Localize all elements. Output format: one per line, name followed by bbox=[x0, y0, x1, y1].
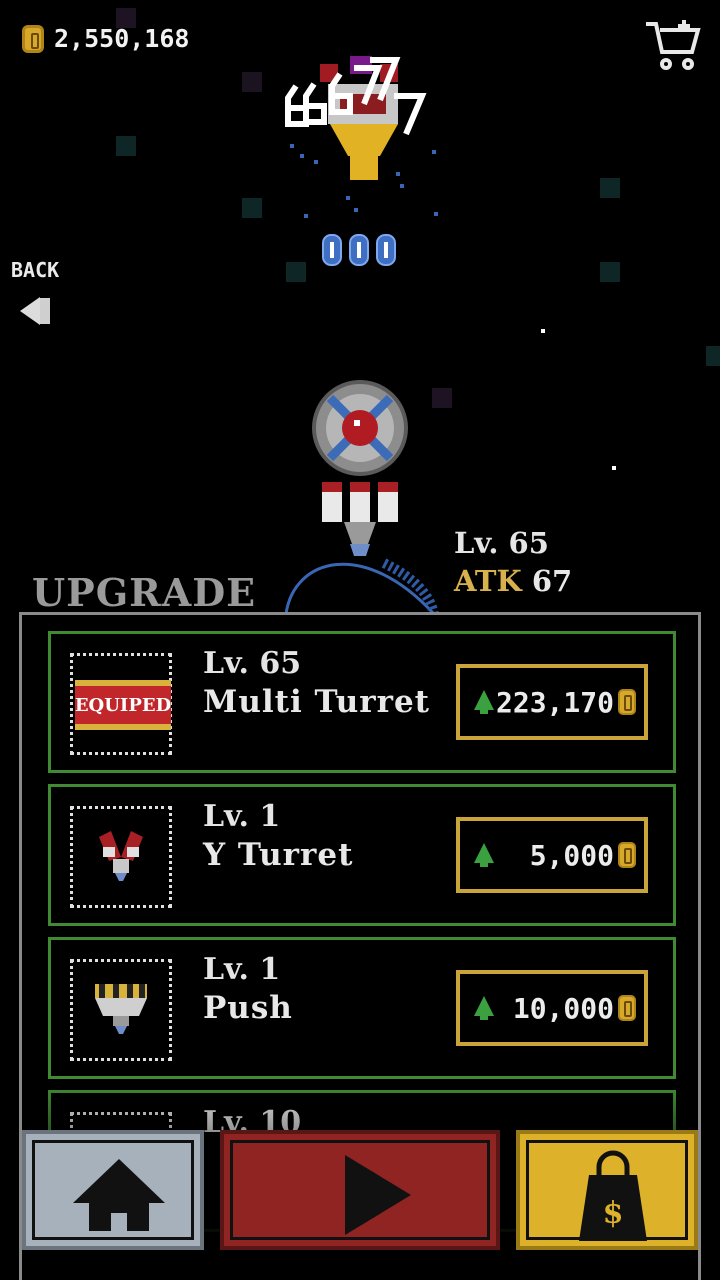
coin-icon bbox=[618, 842, 636, 868]
upgrade-price: 5,000 bbox=[529, 838, 614, 872]
upgrade-arrow-icon bbox=[474, 996, 494, 1020]
bullets bbox=[322, 234, 396, 266]
item-name: Push bbox=[203, 990, 293, 1026]
upgrade-title: UPGRADE bbox=[32, 570, 257, 615]
cart-icon[interactable] bbox=[644, 16, 702, 72]
star bbox=[612, 466, 616, 470]
home-button[interactable] bbox=[22, 1130, 204, 1250]
shopping-bag-icon: $ bbox=[579, 1150, 647, 1241]
space-debris bbox=[116, 136, 136, 156]
atk-value: 67 bbox=[531, 564, 573, 598]
star bbox=[541, 329, 545, 333]
play-button-frame bbox=[230, 1140, 490, 1240]
space-debris bbox=[242, 72, 262, 92]
item-level: Lv. 1 bbox=[203, 799, 281, 834]
y-turret-icon bbox=[99, 831, 143, 881]
shop-button-frame: $ bbox=[526, 1140, 688, 1241]
atk-label: ATK bbox=[454, 564, 522, 598]
upgrade-price: 223,170 bbox=[495, 685, 614, 719]
item-thumbnail bbox=[70, 959, 172, 1061]
coin-icon bbox=[618, 995, 636, 1021]
coin-counter: 2,550,168 bbox=[22, 24, 189, 53]
space-debris bbox=[242, 198, 262, 218]
back-arrow-icon[interactable] bbox=[18, 294, 54, 328]
coin-icon bbox=[22, 24, 44, 53]
svg-text:$: $ bbox=[603, 1196, 624, 1231]
item-name: Multi Turret bbox=[203, 684, 430, 720]
item-name: Y Turret bbox=[203, 837, 354, 873]
upgrade-price: 10,000 bbox=[512, 991, 614, 1025]
space-debris bbox=[116, 8, 136, 28]
upgrade-buy-button[interactable]: 10,000 bbox=[456, 970, 648, 1046]
space-debris bbox=[600, 262, 620, 282]
space-debris bbox=[600, 178, 620, 198]
upgrade-item-multi-turret[interactable]: EQUIPED Lv. 65 Multi Turret 223,170 bbox=[48, 631, 676, 773]
item-thumbnail bbox=[70, 806, 172, 908]
upgrade-arrow-icon bbox=[474, 843, 494, 867]
shop-button[interactable]: $ bbox=[516, 1130, 698, 1250]
space-debris bbox=[286, 262, 306, 282]
push-icon bbox=[95, 984, 147, 1034]
home-button-frame bbox=[32, 1140, 194, 1240]
ship-level: Lv. 65 bbox=[454, 526, 549, 560]
coin-icon bbox=[618, 689, 636, 715]
player-turret bbox=[284, 380, 439, 614]
upgrade-arrow-icon bbox=[474, 690, 494, 714]
equipped-badge: EQUIPED bbox=[75, 680, 171, 730]
upgrade-item-push[interactable]: Lv. 1 Push 10,000 bbox=[48, 937, 676, 1079]
enemy-sprite bbox=[285, 56, 438, 218]
home-icon bbox=[73, 1159, 165, 1231]
item-level: Lv. 65 bbox=[203, 646, 302, 681]
item-thumbnail: EQUIPED bbox=[70, 653, 172, 755]
space-debris bbox=[706, 346, 720, 366]
upgrade-item-y-turret[interactable]: Lv. 1 Y Turret 5,000 bbox=[48, 784, 676, 926]
play-icon bbox=[345, 1155, 411, 1235]
upgrade-buy-button[interactable]: 5,000 bbox=[456, 817, 648, 893]
item-level: Lv. 1 bbox=[203, 952, 281, 987]
back-label[interactable]: BACK bbox=[11, 258, 59, 282]
play-button[interactable] bbox=[220, 1130, 500, 1250]
coin-count-value: 2,550,168 bbox=[54, 24, 190, 53]
ship-attack: ATK 67 bbox=[454, 564, 572, 598]
upgrade-buy-button[interactable]: 223,170 bbox=[456, 664, 648, 740]
